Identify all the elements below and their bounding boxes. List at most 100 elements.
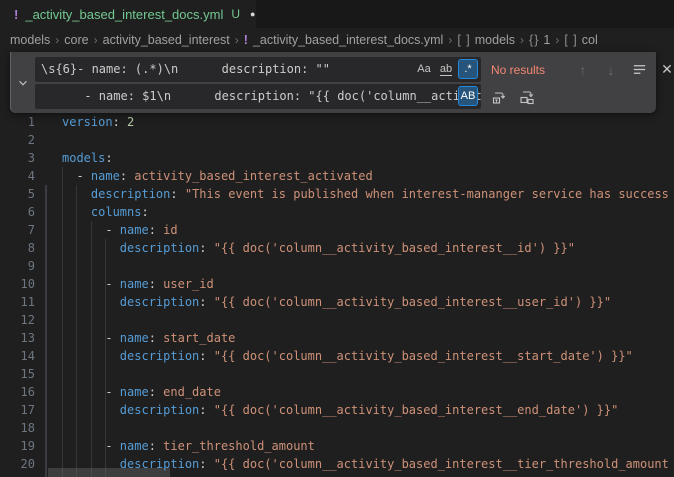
line-number: 15: [0, 365, 35, 383]
code-token: "{{ doc('column__activity_based_interest…: [214, 403, 619, 417]
replace-one-icon[interactable]: [489, 87, 509, 107]
breadcrumb-separator: ›: [235, 33, 239, 47]
breadcrumb: models › core › activity_based_interest › !_ac…: [0, 28, 674, 52]
line-number: 13: [0, 329, 35, 347]
code-token: -: [62, 439, 120, 453]
code-token: "{{ doc('column__activity_based_interest…: [214, 457, 669, 471]
breadcrumb-item-models[interactable]: [ ]models: [457, 33, 515, 47]
line-number: 5: [0, 185, 35, 203]
code-line-11[interactable]: description: "{{ doc('column__activity_b…: [62, 293, 669, 311]
breadcrumb-item-models[interactable]: models: [10, 33, 50, 47]
line-number: 10: [0, 275, 35, 293]
code-line-2[interactable]: [62, 131, 669, 149]
breadcrumb-label: _activity_based_interest_docs.yml: [253, 33, 443, 47]
code-token: description: [91, 187, 170, 201]
code-line-16[interactable]: - name: end_date: [62, 383, 669, 401]
code-token: :: [170, 187, 184, 201]
regex-toggle[interactable]: .*: [458, 59, 478, 79]
code-token: name: [120, 331, 149, 345]
code-token: :: [149, 277, 163, 291]
line-number: 9: [0, 257, 35, 275]
match-case-toggle[interactable]: Aa: [414, 59, 434, 79]
find-in-selection-icon[interactable]: [629, 60, 649, 80]
code-line-17[interactable]: description: "{{ doc('column__activity_b…: [62, 401, 669, 419]
code-token: [62, 205, 91, 219]
git-status-badge: U: [231, 7, 240, 21]
code-token: :: [149, 439, 163, 453]
replace-all-icon[interactable]: [517, 87, 537, 107]
code-line-12[interactable]: [62, 311, 669, 329]
toggle-replace-chevron-icon[interactable]: [14, 74, 32, 92]
breadcrumb-label: models: [10, 33, 50, 47]
code-token: columns: [91, 205, 142, 219]
code-line-20[interactable]: description: "{{ doc('column__activity_b…: [62, 455, 669, 473]
breadcrumb-item-col[interactable]: [ ]col: [564, 33, 597, 47]
line-number: 8: [0, 239, 35, 257]
code-line-19[interactable]: - name: tier_threshold_amount: [62, 437, 669, 455]
code-line-5[interactable]: description: "This event is published wh…: [62, 185, 669, 203]
breadcrumb-separator: ›: [555, 33, 559, 47]
code-token: "{{ doc('column__activity_based_interest…: [214, 241, 575, 255]
code-token: "{{ doc('column__activity_based_interest…: [214, 295, 611, 309]
code-line-18[interactable]: [62, 419, 669, 437]
code-token: -: [62, 331, 120, 345]
find-input[interactable]: \s{6}- name: (.*)\n description: "" Aa a…: [35, 57, 481, 82]
code-line-14[interactable]: description: "{{ doc('column__activity_b…: [62, 347, 669, 365]
code-token: :: [149, 331, 163, 345]
code-token: 2: [127, 115, 134, 129]
breadcrumb-separator: ›: [520, 33, 524, 47]
code-line-6[interactable]: columns:: [62, 203, 669, 221]
breadcrumb-separator: ›: [55, 33, 59, 47]
line-number: 12: [0, 311, 35, 329]
code-token: start_date: [163, 331, 235, 345]
whole-word-toggle[interactable]: ab: [436, 59, 456, 79]
code-token: :: [113, 115, 127, 129]
breadcrumb-separator: ›: [448, 33, 452, 47]
code-token: :: [199, 457, 213, 471]
code-line-7[interactable]: - name: id: [62, 221, 669, 239]
breadcrumb-item-core[interactable]: core: [64, 33, 88, 47]
replace-input[interactable]: - name: $1\n description: "{{ doc('colum…: [35, 84, 481, 109]
symbol-icon: {}: [529, 33, 539, 47]
code-token: :: [199, 241, 213, 255]
code-token: description: [120, 403, 199, 417]
code-token: description: [120, 349, 199, 363]
code-line-4[interactable]: - name: activity_based_interest_activate…: [62, 167, 669, 185]
code-line-10[interactable]: - name: user_id: [62, 275, 669, 293]
code-token: -: [62, 223, 120, 237]
line-number: 7: [0, 221, 35, 239]
line-number: 6: [0, 203, 35, 221]
preserve-case-toggle[interactable]: AB: [458, 86, 478, 106]
code-token: user_id: [163, 277, 214, 291]
code-line-8[interactable]: description: "{{ doc('column__activity_b…: [62, 239, 669, 257]
tab-filename: _activity_based_interest_docs.yml: [25, 7, 223, 22]
breadcrumb-item-activity_based_interest[interactable]: activity_based_interest: [103, 33, 230, 47]
previous-match-icon[interactable]: ↑: [573, 60, 593, 80]
breadcrumb-label: models: [475, 33, 515, 47]
code-line-1[interactable]: version: 2: [62, 113, 669, 131]
next-match-icon[interactable]: ↓: [601, 60, 621, 80]
find-replace-widget: \s{6}- name: (.*)\n description: "" Aa a…: [10, 52, 656, 113]
line-number: 3: [0, 149, 35, 167]
code-token: :: [199, 403, 213, 417]
code-token: -: [62, 277, 120, 291]
line-number-gutter: 1234567891011121314151617181920: [0, 113, 35, 473]
line-number: 14: [0, 347, 35, 365]
code-token: name: [120, 385, 149, 399]
tab-active-file[interactable]: ! _activity_based_interest_docs.yml U ●: [0, 0, 256, 28]
line-number: 11: [0, 293, 35, 311]
unsaved-changes-icon[interactable]: ●: [250, 9, 255, 19]
code-token: name: [91, 169, 120, 183]
code-content[interactable]: version: 2 models: - name: activity_based…: [62, 113, 669, 473]
line-number: 1: [0, 113, 35, 131]
code-line-13[interactable]: - name: start_date: [62, 329, 669, 347]
breadcrumb-label: col: [582, 33, 598, 47]
code-line-3[interactable]: models:: [62, 149, 669, 167]
code-line-15[interactable]: [62, 365, 669, 383]
breadcrumb-item-_activity_based_interest_docs.yml[interactable]: !_activity_based_interest_docs.yml: [244, 33, 444, 47]
breadcrumb-item-1[interactable]: {}1: [529, 33, 550, 47]
code-token: :: [149, 223, 163, 237]
code-line-9[interactable]: [62, 257, 669, 275]
close-icon[interactable]: ✕: [657, 60, 674, 80]
code-token: description: [120, 241, 199, 255]
